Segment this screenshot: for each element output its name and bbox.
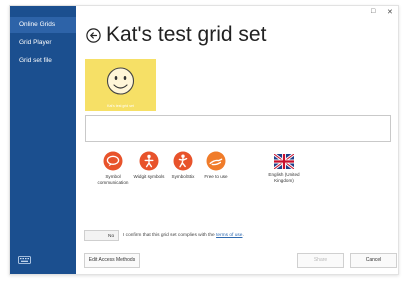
close-button[interactable]: ✕ [387, 8, 393, 16]
confirm-text: I confirm that this grid set complies wi… [123, 230, 244, 241]
share-button[interactable]: Share [297, 253, 344, 268]
confirm-statement: I confirm that this grid set complies wi… [123, 233, 215, 238]
sidebar-item-grid-player[interactable]: Grid Player [10, 35, 76, 51]
toggle-state-label: No [108, 234, 115, 239]
confirm-toggle[interactable]: No [84, 230, 119, 241]
minimize-button[interactable]: □ [371, 8, 375, 15]
badge-label: Free to use [204, 174, 228, 179]
app-window: Online Grids Grid Player Grid set file □… [9, 5, 399, 275]
badge-language: English (United Kingdom) [261, 151, 307, 183]
symbolstix-icon [173, 151, 193, 171]
sidebar-item-grid-set-file[interactable]: Grid set file [10, 53, 76, 69]
edit-access-methods-button[interactable]: Edit Access Methods [84, 253, 140, 268]
page-title: Kat's test grid set [106, 23, 267, 46]
keyboard-icon[interactable] [18, 256, 31, 264]
back-arrow-icon[interactable] [86, 28, 101, 43]
sidebar: Online Grids Grid Player Grid set file [10, 6, 76, 274]
badge-label: English (United Kingdom) [268, 172, 300, 183]
badge-free-to-use: Free to use [193, 151, 239, 180]
widgit-icon [139, 151, 159, 171]
uk-flag-icon [274, 154, 294, 169]
description-field[interactable] [85, 115, 391, 142]
speech-bubble-icon [103, 151, 123, 171]
cancel-button[interactable]: Cancel [350, 253, 397, 268]
confirm-suffix: . [242, 233, 244, 238]
gridset-thumbnail[interactable]: Kat's test grid set [85, 59, 156, 111]
thumbnail-label: Kat's test grid set [107, 104, 134, 108]
terms-of-use-link[interactable]: terms of use [216, 233, 242, 238]
hand-icon [206, 151, 226, 171]
sidebar-item-online-grids[interactable]: Online Grids [10, 17, 76, 33]
